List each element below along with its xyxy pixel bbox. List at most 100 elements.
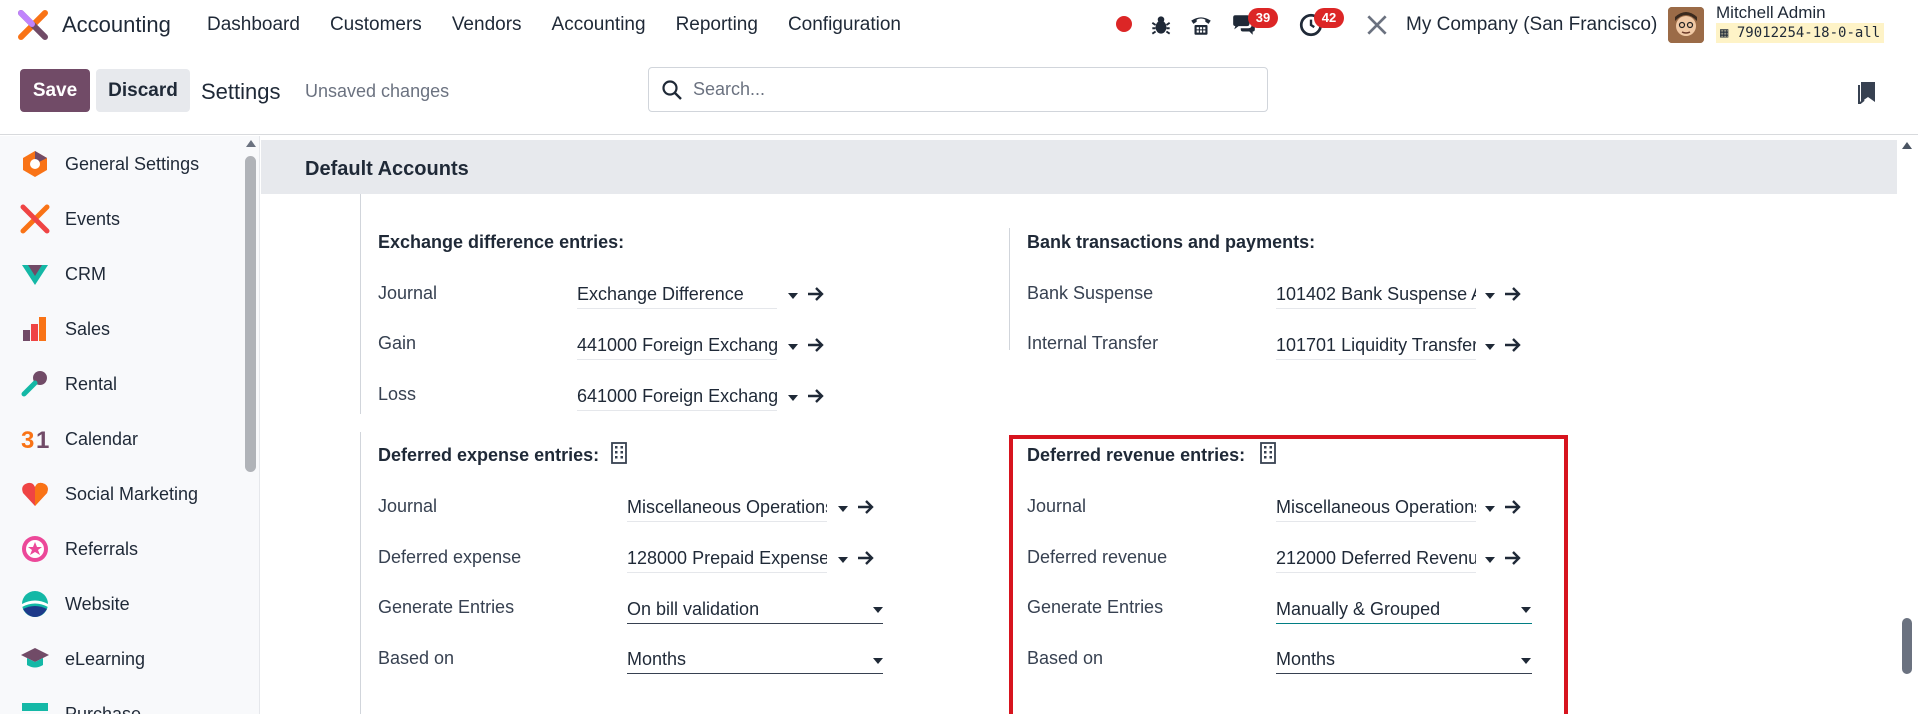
sidebar-item-label: eLearning [65, 648, 146, 669]
chevron-down-icon[interactable] [1485, 293, 1495, 299]
block-divider [1009, 228, 1010, 350]
calendar-icon: 3 1 [21, 427, 49, 454]
page-title: Settings [201, 79, 281, 104]
menu-vendors[interactable]: Vendors [452, 14, 522, 36]
activities-badge: 42 [1314, 8, 1344, 28]
chevron-down-icon[interactable] [873, 607, 883, 613]
sidebar-item-label: Sales [65, 318, 111, 339]
database-tag: ▦ 79012254-18-0-all [1716, 23, 1885, 43]
content-scroll-up[interactable] [1902, 142, 1912, 149]
deferred-expense-block-title: Deferred expense entries: [378, 445, 600, 465]
internal-link-arrow-icon[interactable] [807, 388, 825, 404]
sidebar-item-label: Rental [65, 373, 118, 394]
menu-configuration[interactable]: Configuration [788, 14, 901, 36]
sidebar-item-crm[interactable]: CRM [0, 254, 240, 294]
company-switcher[interactable]: My Company (San Francisco) [1406, 14, 1657, 36]
sidebar-item-general-settings[interactable]: General Settings [0, 144, 240, 184]
recording-icon[interactable] [1116, 16, 1132, 32]
exchange-gain-label: Gain [378, 333, 417, 353]
exchange-loss-field[interactable]: 641000 Foreign Exchange Loss [577, 381, 777, 411]
internal-link-arrow-icon[interactable] [1504, 286, 1522, 302]
general-settings-icon [23, 151, 47, 177]
svg-text:1: 1 [36, 427, 49, 454]
sidebar-item-label: Purchase [65, 703, 142, 714]
deferred-expense-based-select[interactable]: Months [627, 644, 883, 674]
content-scrollbar[interactable] [1902, 618, 1912, 674]
section-header: Default Accounts [261, 140, 1897, 194]
bank-suspense-label: Bank Suspense [1027, 283, 1154, 303]
discard-button[interactable]: Discard [96, 69, 190, 112]
exchange-loss-label: Loss [378, 384, 417, 404]
deferred-expense-journal-field[interactable]: Miscellaneous Operations [627, 492, 827, 522]
exchange-block-title: Exchange difference entries: [378, 232, 625, 252]
search-icon [662, 80, 682, 100]
bank-suspense-field[interactable]: 101402 Bank Suspense Account [1276, 279, 1476, 309]
menu-dashboard[interactable]: Dashboard [207, 14, 300, 36]
deferred-expense-generate-label: Generate Entries [378, 597, 515, 617]
chevron-down-icon[interactable] [838, 506, 848, 512]
messages-badge: 39 [1248, 8, 1278, 28]
sidebar-item-sales[interactable]: Sales [0, 309, 240, 349]
internal-transfer-label: Internal Transfer [1027, 333, 1159, 353]
sidebar-item-events[interactable]: Events [0, 199, 240, 239]
events-icon [20, 204, 50, 234]
rental-icon [21, 371, 47, 397]
app-switcher-icon[interactable] [18, 10, 48, 40]
app-name[interactable]: Accounting [62, 12, 171, 38]
chevron-down-icon[interactable] [788, 293, 798, 299]
sidebar-item-label: Social Marketing [65, 483, 199, 504]
bookmark-icon[interactable] [1858, 80, 1876, 104]
chevron-down-icon[interactable] [788, 395, 798, 401]
chevron-down-icon[interactable] [838, 557, 848, 563]
search-input[interactable] [693, 68, 1253, 111]
save-button[interactable]: Save [20, 69, 90, 112]
exchange-gain-field[interactable]: 441000 Foreign Exchange Gain [577, 330, 777, 360]
website-icon [22, 591, 48, 617]
sidebar-scroll-up[interactable] [246, 140, 256, 147]
sidebar-item-label: Calendar [65, 428, 139, 449]
sidebar-item-rental[interactable]: Rental [0, 364, 240, 404]
top-navbar: Accounting Dashboard Customers Vendors A… [0, 0, 1918, 50]
highlight-box [1009, 435, 1568, 714]
search-box[interactable] [648, 67, 1268, 112]
menu-accounting[interactable]: Accounting [552, 14, 646, 36]
deferred-expense-account-field[interactable]: 128000 Prepaid Expenses [627, 543, 827, 573]
debug-tools-icon[interactable] [1364, 12, 1390, 38]
internal-link-arrow-icon[interactable] [857, 499, 875, 515]
internal-link-arrow-icon[interactable] [807, 286, 825, 302]
sidebar-item-elearning[interactable]: eLearning [0, 639, 240, 679]
block-divider [360, 432, 361, 714]
elearning-icon [21, 648, 49, 668]
sidebar-scrollbar[interactable] [245, 156, 256, 472]
sidebar-item-referrals[interactable]: Referrals [0, 529, 240, 569]
control-panel: Save Discard Settings Unsaved changes [0, 50, 1918, 135]
settings-content: Default Accounts Exchange difference ent… [261, 136, 1918, 714]
chevron-down-icon[interactable] [788, 344, 798, 350]
section-title: Default Accounts [305, 158, 469, 180]
internal-link-arrow-icon[interactable] [807, 337, 825, 353]
user-avatar[interactable] [1668, 7, 1704, 43]
deferred-expense-journal-label: Journal [378, 496, 438, 516]
internal-link-arrow-icon[interactable] [1504, 337, 1522, 353]
sidebar-item-label: Website [65, 593, 130, 614]
bank-block-title: Bank transactions and payments: [1027, 232, 1316, 252]
chevron-down-icon[interactable] [873, 658, 883, 664]
social-marketing-icon [22, 482, 48, 506]
sidebar-item-website[interactable]: Website [0, 584, 240, 624]
internal-transfer-field[interactable]: 101701 Liquidity Transfer [1276, 330, 1476, 360]
menu-customers[interactable]: Customers [330, 14, 422, 36]
chevron-down-icon[interactable] [1485, 344, 1495, 350]
phone-icon[interactable] [1188, 12, 1214, 38]
sidebar-item-calendar[interactable]: 3 1 Calendar [0, 419, 240, 459]
internal-link-arrow-icon[interactable] [857, 550, 875, 566]
exchange-journal-label: Journal [378, 283, 438, 303]
exchange-journal-field[interactable]: Exchange Difference [577, 279, 777, 309]
menu-reporting[interactable]: Reporting [676, 14, 758, 36]
deferred-expense-generate-select[interactable]: On bill validation [627, 594, 883, 624]
bug-icon[interactable] [1148, 12, 1174, 38]
svg-text:3: 3 [21, 427, 34, 454]
sidebar-item-purchase[interactable]: Purchase [0, 694, 240, 714]
sidebar-item-social-marketing[interactable]: Social Marketing [0, 474, 240, 514]
sidebar-item-label: Events [65, 208, 121, 229]
user-name[interactable]: Mitchell Admin [1716, 3, 1826, 23]
